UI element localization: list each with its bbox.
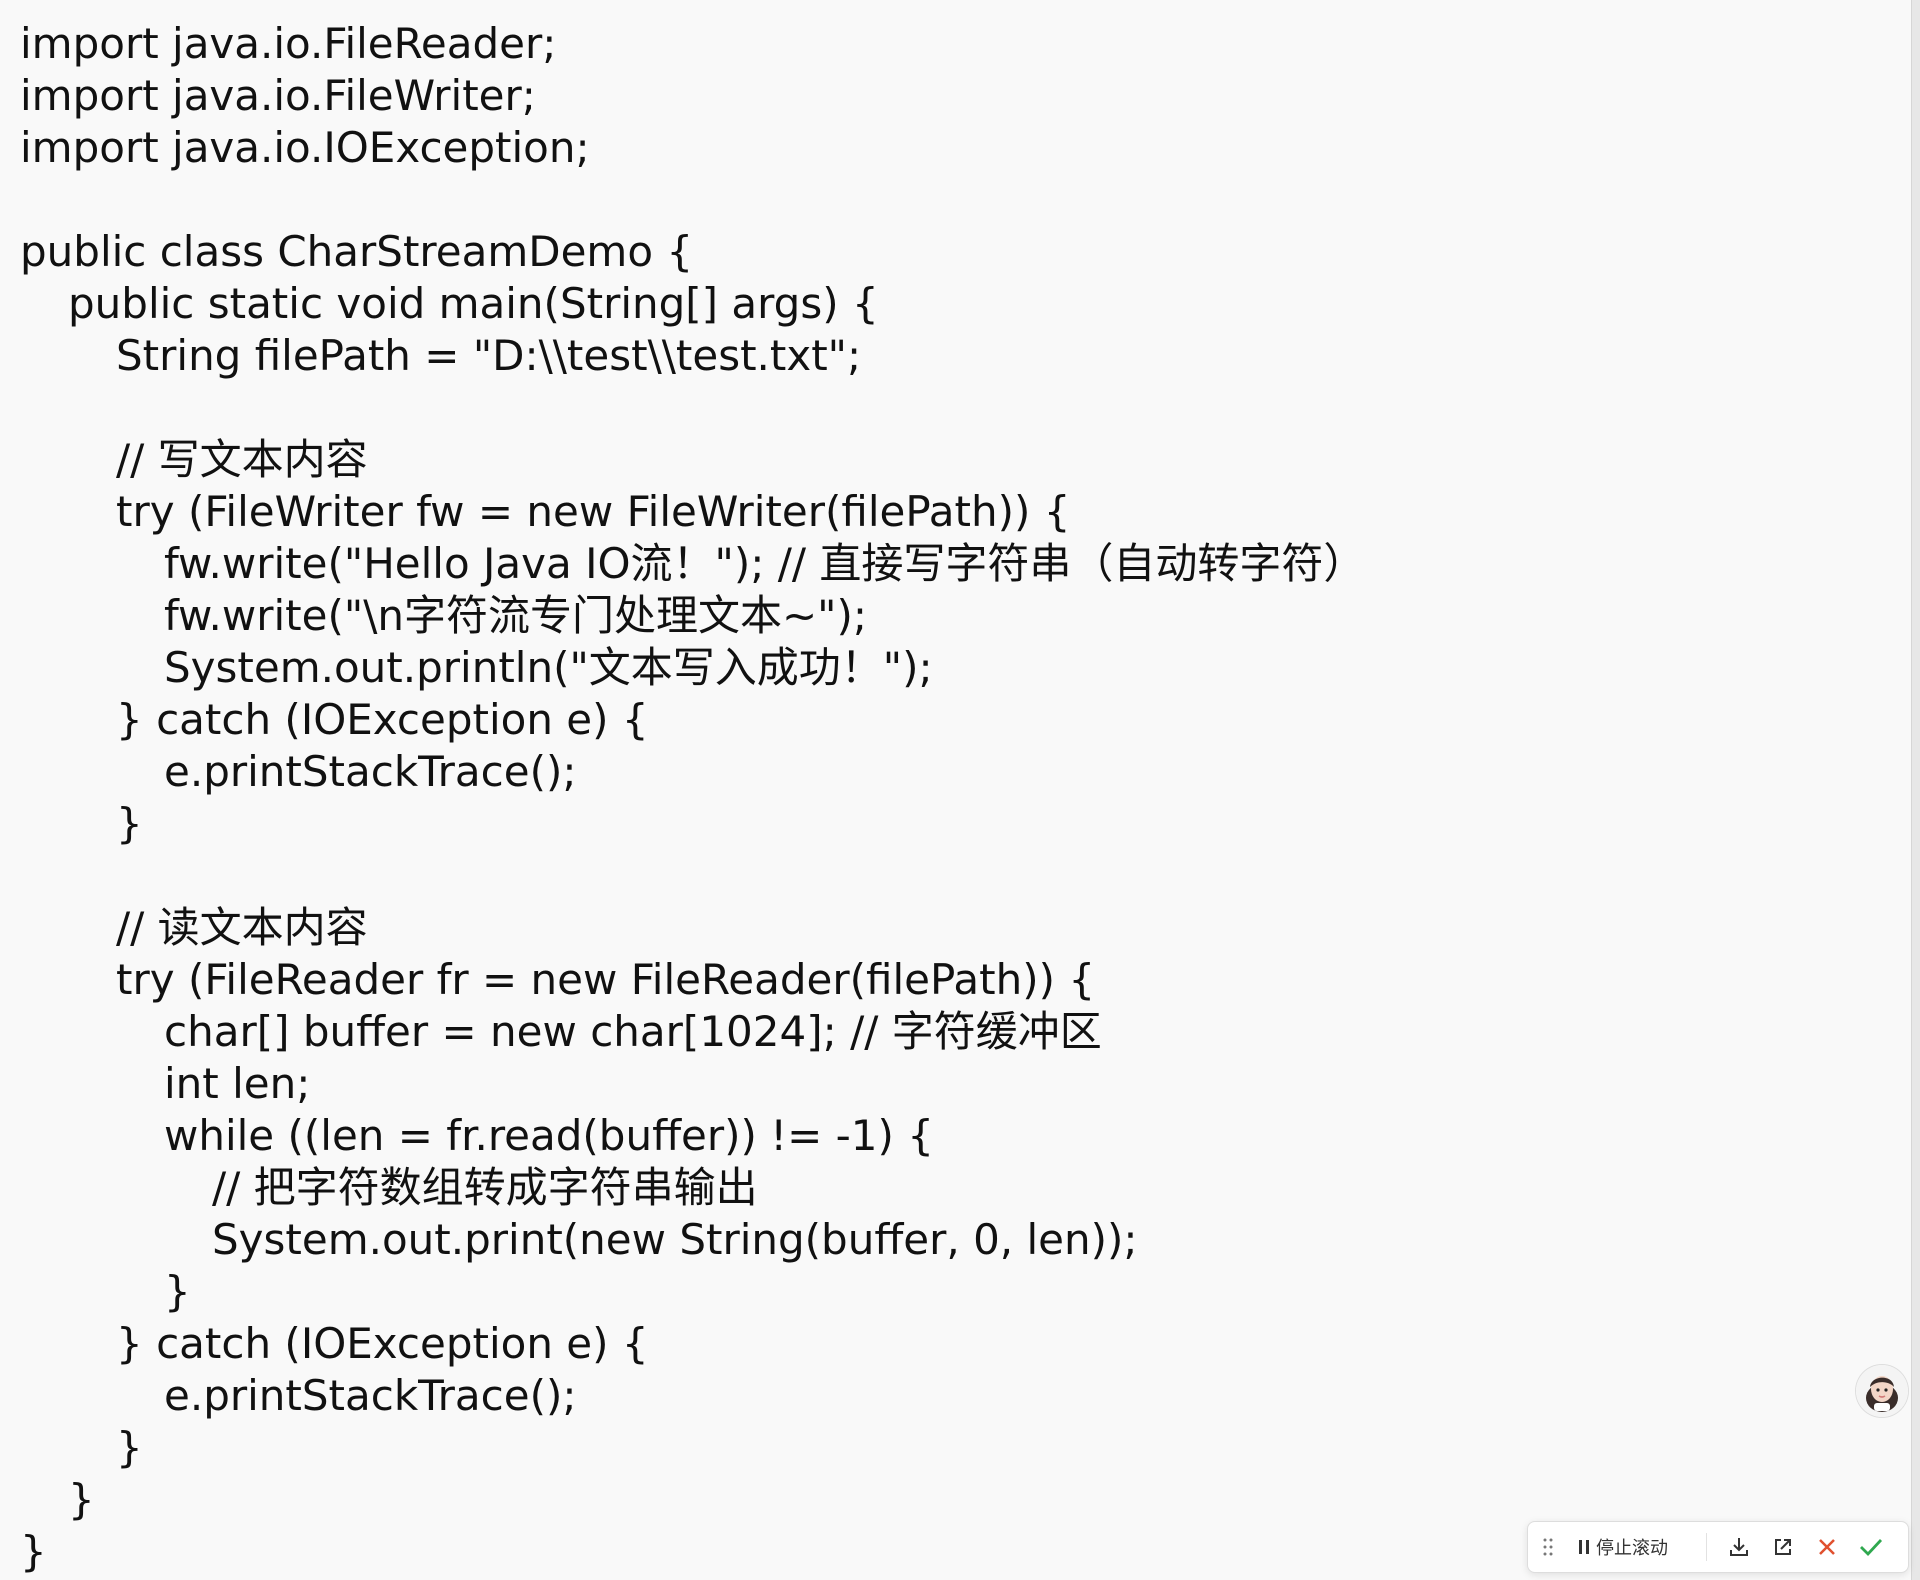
code-line: public static void main(String[] args) { xyxy=(68,279,879,328)
code-line: } xyxy=(68,1475,95,1524)
code-line: } catch (IOException e) { xyxy=(116,1319,649,1368)
code-line: e.printStackTrace(); xyxy=(164,747,577,796)
confirm-button[interactable] xyxy=(1849,1527,1893,1567)
code-line: // 读文本内容 xyxy=(116,903,368,952)
code-line: e.printStackTrace(); xyxy=(164,1371,577,1420)
check-icon xyxy=(1860,1539,1883,1557)
scroll-capture-toolbar: 停止滚动 xyxy=(1527,1521,1909,1573)
code-line: int len; xyxy=(164,1059,311,1108)
stop-scroll-label: 停止滚动 xyxy=(1596,1538,1668,1558)
code-line: import java.io.FileWriter; xyxy=(20,71,536,120)
open-external-icon xyxy=(1775,1539,1791,1555)
assistant-avatar-icon[interactable] xyxy=(1856,1365,1908,1417)
cancel-button[interactable] xyxy=(1805,1527,1849,1567)
code-line: public class CharStreamDemo { xyxy=(20,227,694,276)
code-line: fw.write("Hello Java IO流！"); // 直接写字符串（自… xyxy=(164,539,1366,588)
code-view: import java.io.FileReader; import java.i… xyxy=(20,18,1880,1578)
pause-icon xyxy=(1579,1540,1589,1554)
code-line: // 写文本内容 xyxy=(116,435,368,484)
code-line: try (FileReader fr = new FileReader(file… xyxy=(116,955,1096,1004)
code-line: char[] buffer = new char[1024]; // 字符缓冲区 xyxy=(164,1007,1102,1056)
drag-handle-icon[interactable] xyxy=(1538,1527,1558,1567)
code-line: try (FileWriter fw = new FileWriter(file… xyxy=(116,487,1071,536)
code-line: } xyxy=(116,1423,143,1472)
code-line: while ((len = fr.read(buffer)) != -1) { xyxy=(164,1111,934,1160)
code-line: System.out.println("文本写入成功！"); xyxy=(164,643,933,692)
code-line: // 把字符数组转成字符串输出 xyxy=(212,1163,758,1212)
code-line: } xyxy=(164,1267,191,1316)
download-button[interactable] xyxy=(1717,1527,1761,1567)
code-line: } xyxy=(116,799,143,848)
code-line: import java.io.FileReader; xyxy=(20,19,557,68)
open-external-button[interactable] xyxy=(1761,1527,1805,1567)
code-line: } catch (IOException e) { xyxy=(116,695,649,744)
code-line: import java.io.IOException; xyxy=(20,123,590,172)
code-line: System.out.print(new String(buffer, 0, l… xyxy=(212,1215,1138,1264)
drag-handle-graphic xyxy=(1543,1538,1553,1556)
assistant-avatar-graphic xyxy=(1856,1365,1908,1417)
code-line: String filePath = "D:\\test\\test.txt"; xyxy=(116,331,862,380)
close-icon xyxy=(1819,1539,1835,1555)
code-line: fw.write("\n字符流专门处理文本~"); xyxy=(164,591,868,640)
toolbar-divider xyxy=(1706,1533,1707,1561)
window-right-edge xyxy=(1911,0,1920,1580)
stop-scroll-button[interactable]: 停止滚动 xyxy=(1568,1527,1696,1567)
download-icon xyxy=(1730,1538,1748,1556)
